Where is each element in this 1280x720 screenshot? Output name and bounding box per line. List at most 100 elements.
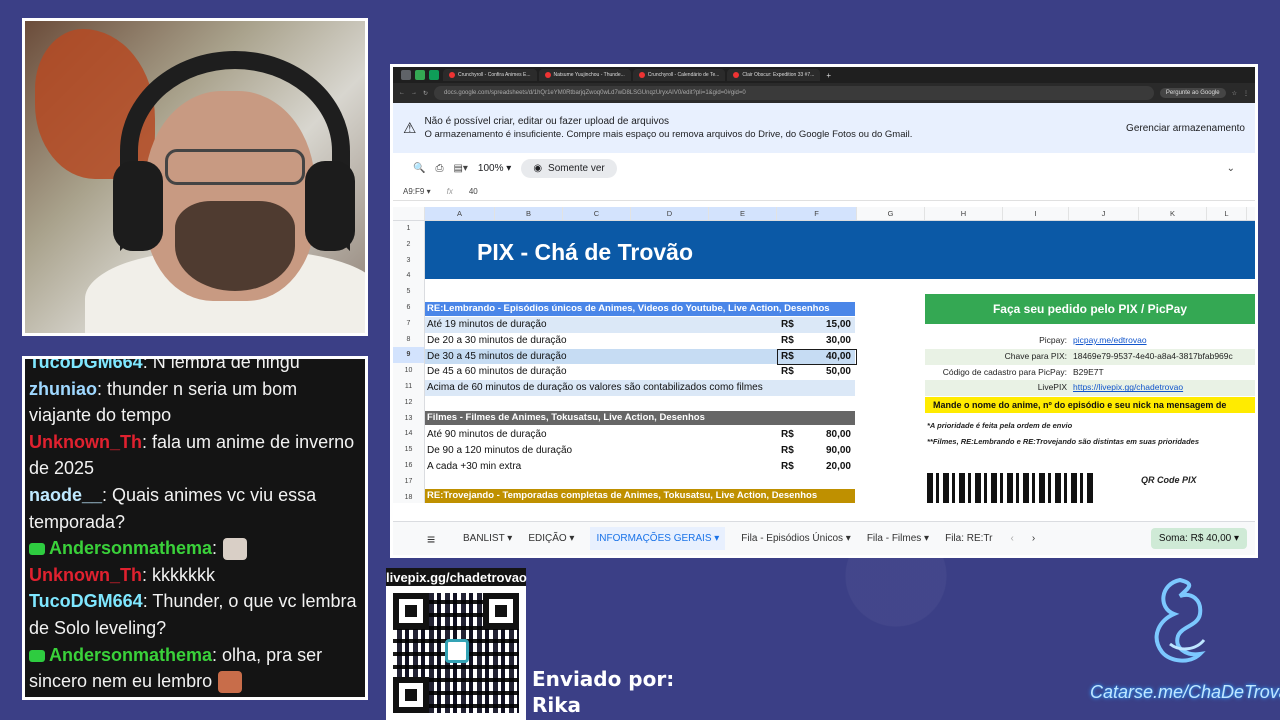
browser-tab[interactable]: Natsume Yuujinchou - Thunde... bbox=[538, 69, 631, 81]
price-row[interactable]: A cada +30 min extra R$ 20,00 bbox=[425, 459, 855, 475]
column-header[interactable]: H bbox=[925, 207, 1003, 220]
row-header[interactable]: 12 bbox=[393, 395, 424, 411]
select-all-corner[interactable] bbox=[393, 207, 425, 220]
sheet-tab[interactable]: INFORMAÇÕES GERAIS ▾ bbox=[590, 527, 726, 550]
relembrando-footer[interactable]: Acima de 60 minutos de duração os valore… bbox=[425, 380, 855, 396]
column-header[interactable]: A bbox=[425, 207, 495, 220]
row-header[interactable]: 7 bbox=[393, 316, 424, 332]
sheet-tab[interactable]: Fila: RE:Tr bbox=[945, 533, 992, 544]
tab-dropdown-icon[interactable]: ▾ bbox=[921, 533, 929, 544]
chat-nick[interactable]: Andersonmathema bbox=[49, 645, 212, 665]
address-bar: ← → ↻ docs.google.com/spreadsheets/d/1hQ… bbox=[393, 83, 1255, 103]
sheet-tab[interactable]: Fila - Filmes ▾ bbox=[867, 533, 929, 544]
reload-icon[interactable]: ↻ bbox=[423, 90, 428, 97]
subscriber-badge-icon bbox=[29, 543, 45, 556]
tab-label: Natsume Yuujinchou - Thunde... bbox=[553, 72, 625, 78]
chat-nick[interactable]: Unknown_Th bbox=[29, 432, 142, 452]
row-header[interactable]: 16 bbox=[393, 458, 424, 474]
sheet-tab-label: INFORMAÇÕES GERAIS bbox=[596, 533, 712, 544]
price-row[interactable]: Até 90 minutos de duração R$ 80,00 bbox=[425, 427, 855, 443]
sheet-tab[interactable]: BANLIST ▾ bbox=[463, 533, 512, 544]
chat-nick[interactable]: TucoDGM664 bbox=[29, 591, 143, 611]
row-header[interactable]: 17 bbox=[393, 474, 424, 490]
row-header[interactable]: 8 bbox=[393, 332, 424, 348]
column-header[interactable]: E bbox=[709, 207, 777, 220]
row-header[interactable]: 15 bbox=[393, 442, 424, 458]
chat-nick[interactable]: Unknown_Th bbox=[29, 565, 142, 585]
column-header[interactable]: I bbox=[1003, 207, 1069, 220]
browser-tab[interactable]: Crunchyroll - Confira Animes E... bbox=[443, 69, 537, 81]
browser-menu-icon[interactable]: ⋮ bbox=[1243, 90, 1249, 97]
sheet-tab[interactable]: EDIÇÃO ▾ bbox=[528, 533, 574, 544]
column-header[interactable]: K bbox=[1139, 207, 1207, 220]
column-header[interactable]: F bbox=[777, 207, 857, 220]
scroll-left-icon[interactable]: ‹ bbox=[1011, 533, 1014, 544]
row-header[interactable]: 3 bbox=[393, 253, 424, 269]
ask-google-button[interactable]: Pergunte ao Google bbox=[1159, 88, 1226, 98]
price-value: 50,00 bbox=[825, 366, 851, 378]
tab-dropdown-icon[interactable]: ▾ bbox=[505, 533, 512, 544]
browser-tab[interactable]: Clair Obscur: Expedition 33 #7... bbox=[727, 69, 821, 81]
price-row[interactable]: De 20 a 30 minutos de duração R$ 30,00 bbox=[425, 333, 855, 349]
row-header[interactable]: 2 bbox=[393, 237, 424, 253]
row-header[interactable]: 18 bbox=[393, 490, 424, 503]
all-sheets-menu-icon[interactable]: ≡ bbox=[427, 531, 435, 547]
column-header[interactable]: C bbox=[563, 207, 631, 220]
price-label: De 45 a 60 minutos de duração bbox=[427, 366, 567, 378]
price-row[interactable]: De 90 a 120 minutos de duração R$ 90,00 bbox=[425, 443, 855, 459]
bookmark-star-icon[interactable]: ☆ bbox=[1232, 90, 1237, 97]
livepix-qr-code bbox=[386, 586, 526, 720]
formula-value[interactable]: 40 bbox=[469, 187, 478, 196]
manage-storage-link[interactable]: Gerenciar armazenamento bbox=[1126, 123, 1245, 134]
column-header[interactable]: J bbox=[1069, 207, 1139, 220]
search-icon[interactable]: 🔍 bbox=[413, 163, 425, 174]
print-icon[interactable]: ⎙ bbox=[435, 163, 443, 174]
column-header[interactable]: G bbox=[857, 207, 925, 220]
name-box-value: A9:F9 bbox=[403, 187, 425, 196]
url-field[interactable]: docs.google.com/spreadsheets/d/1hQr1eYM0… bbox=[434, 86, 1154, 100]
sheets-tab-icon[interactable] bbox=[429, 70, 439, 80]
chat-nick[interactable]: naode__ bbox=[29, 485, 102, 505]
name-box[interactable]: A9:F9 ▾ bbox=[403, 187, 431, 196]
chat-message: Unknown_Th: fala um anime de inverno de … bbox=[29, 429, 361, 482]
chat-nick[interactable]: zhuniao bbox=[29, 379, 97, 399]
price-row[interactable]: Até 19 minutos de duração R$ 15,00 bbox=[425, 317, 855, 333]
sum-indicator[interactable]: Soma: R$ 40,00 ▾ bbox=[1150, 528, 1247, 549]
row-header[interactable]: 6 bbox=[393, 300, 424, 316]
row-header[interactable]: 10 bbox=[393, 363, 424, 379]
tab-dropdown-icon[interactable]: ▾ bbox=[711, 533, 719, 544]
sheet-tab-label: Fila - Filmes bbox=[866, 533, 922, 544]
row-header[interactable]: 14 bbox=[393, 426, 424, 442]
row-header[interactable]: 9 bbox=[393, 347, 424, 364]
back-icon[interactable]: ← bbox=[399, 90, 405, 96]
row-header[interactable]: 13 bbox=[393, 411, 424, 427]
column-header[interactable]: L bbox=[1207, 207, 1247, 220]
zoom-select[interactable]: 100% ▾ bbox=[478, 163, 511, 174]
pix-field-link[interactable]: https://livepix.gg/chadetrovao bbox=[1073, 380, 1183, 396]
row-header[interactable]: 4 bbox=[393, 268, 424, 284]
sheets-icon[interactable] bbox=[415, 70, 425, 80]
window-menu-icon[interactable] bbox=[401, 70, 411, 80]
column-header[interactable]: D bbox=[631, 207, 709, 220]
tab-dropdown-icon[interactable]: ▾ bbox=[843, 533, 851, 544]
pix-field-link[interactable]: picpay.me/edtrovao bbox=[1073, 333, 1147, 349]
pix-field-value: B29E7T bbox=[1073, 366, 1104, 377]
row-header[interactable]: 1 bbox=[393, 221, 424, 237]
view-only-button[interactable]: ◉ Somente ver bbox=[521, 158, 617, 178]
column-header[interactable]: B bbox=[495, 207, 563, 220]
new-tab-icon[interactable]: + bbox=[826, 71, 831, 80]
chat-nick[interactable]: Andersonmathema bbox=[49, 538, 212, 558]
format-menu-icon[interactable]: ▤▾ bbox=[453, 163, 467, 174]
price-row[interactable]: De 45 a 60 minutos de duração R$ 50,00 bbox=[425, 364, 855, 380]
collapse-chevron-icon[interactable]: ⌄ bbox=[1227, 163, 1235, 174]
tab-dropdown-icon[interactable]: ▾ bbox=[567, 533, 574, 544]
currency-symbol: R$ bbox=[781, 444, 794, 456]
face-emote-icon bbox=[218, 671, 243, 694]
chat-nick[interactable]: TucoDGM664 bbox=[29, 359, 143, 372]
sheet-tab[interactable]: Fila - Episódios Únicos ▾ bbox=[741, 533, 851, 544]
browser-tab[interactable]: Crunchyroll - Calendário de Te... bbox=[632, 69, 726, 81]
scroll-right-icon[interactable]: › bbox=[1032, 533, 1035, 544]
row-header[interactable]: 5 bbox=[393, 284, 424, 300]
forward-icon[interactable]: → bbox=[411, 90, 417, 96]
row-header[interactable]: 11 bbox=[393, 379, 424, 395]
